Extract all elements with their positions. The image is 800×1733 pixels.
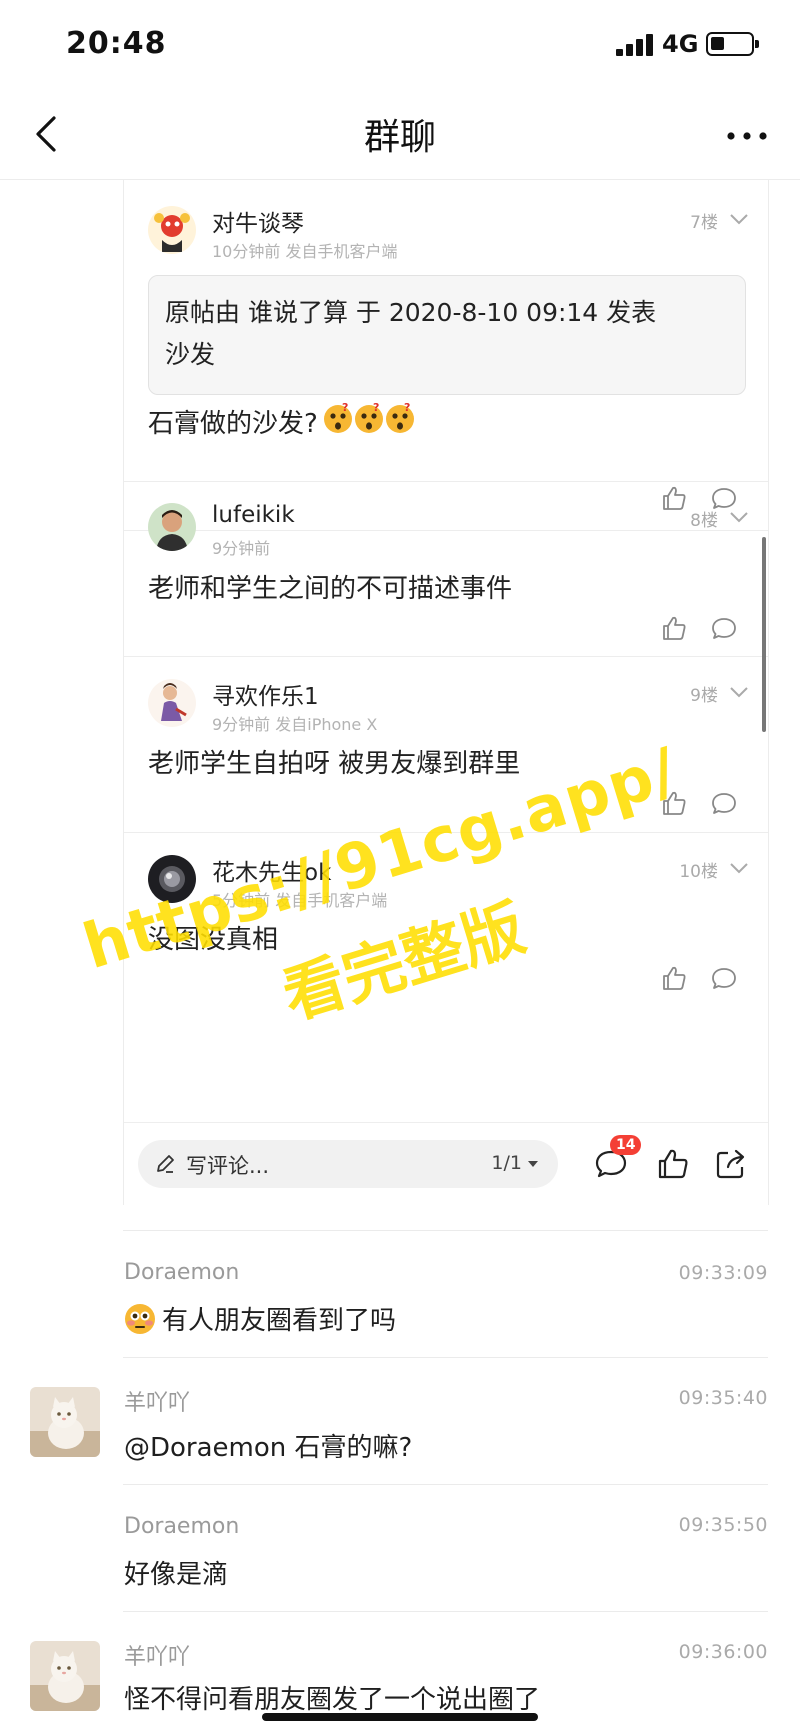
- svg-text:?: ?: [373, 402, 379, 414]
- thumbs-up-icon[interactable]: [656, 1147, 690, 1181]
- message-text: 有人朋友圈看到了吗: [124, 1300, 396, 1342]
- avatar[interactable]: [30, 1387, 100, 1457]
- comment-placeholder: 写评论...: [186, 1154, 270, 1178]
- chat-message: Doraemon 09:35:50 好像是滴: [0, 1484, 800, 1611]
- status-time: 20:48: [66, 26, 167, 61]
- chevron-down-icon[interactable]: [728, 861, 750, 875]
- avatar[interactable]: [148, 206, 196, 254]
- more-dots-icon: [727, 132, 767, 140]
- post-meta: 9分钟前: [212, 539, 271, 558]
- thumbs-up-icon[interactable]: [660, 964, 688, 992]
- svg-text:?: ?: [404, 402, 410, 414]
- battery-icon: [706, 32, 759, 56]
- chevron-down-icon[interactable]: [728, 212, 750, 226]
- post-floor-9: 寻欢作乐1 9分钟前 发自iPhone X 9楼 老师学生自拍呀 被男友爆到群里: [124, 657, 768, 833]
- avatar[interactable]: [148, 855, 196, 903]
- pen-icon: [157, 1155, 174, 1173]
- floor-label: 8楼: [690, 511, 718, 531]
- message-time: 09:33:09: [678, 1262, 768, 1284]
- thumbs-up-icon[interactable]: [660, 789, 688, 817]
- thumbs-up-icon[interactable]: [660, 614, 688, 642]
- divider: [123, 1484, 768, 1485]
- signal-icon: [616, 34, 656, 56]
- chat-message: 羊吖吖 09:35:40 @Doraemon 石膏的嘛?: [0, 1357, 800, 1484]
- chevron-down-icon[interactable]: [728, 685, 750, 699]
- message-text-content: 有人朋友圈看到了吗: [162, 1306, 397, 1336]
- message-time: 09:35:40: [678, 1387, 768, 1409]
- post-author[interactable]: 对牛谈琴: [212, 204, 304, 238]
- post-meta: 9分钟前 发自iPhone X: [212, 715, 378, 734]
- shared-thread-card[interactable]: 对牛谈琴 10分钟前 发自手机客户端 7楼 原帖由 谁说了算 于 2020-8-…: [123, 180, 769, 1205]
- quote-text: 原帖由 谁说了算 于 2020-8-10 09:14 发表: [165, 298, 657, 327]
- more-button[interactable]: [722, 110, 772, 158]
- quote-box: 原帖由 谁说了算 于 2020-8-10 09:14 发表 沙发: [148, 275, 746, 395]
- comment-bubble-icon[interactable]: [710, 614, 738, 642]
- scrollbar[interactable]: [762, 537, 766, 732]
- message-text: 怪不得问看朋友圈发了一个说出圈了: [124, 1685, 541, 1715]
- post-author[interactable]: 寻欢作乐1: [212, 677, 319, 711]
- avatar[interactable]: [148, 679, 196, 727]
- divider: [123, 1611, 768, 1612]
- post-body: 老师和学生之间的不可描述事件: [148, 574, 513, 604]
- share-icon[interactable]: [714, 1147, 748, 1181]
- message-sender[interactable]: 羊吖吖: [124, 1385, 190, 1417]
- floor-label: 9楼: [690, 686, 718, 706]
- message-text: @Doraemon 石膏的嘛?: [124, 1433, 413, 1463]
- message-time: 09:35:50: [678, 1514, 768, 1536]
- post-floor-8: lufeikik 9分钟前 8楼 老师和学生之间的不可描述事件: [124, 481, 768, 657]
- post-body: 老师学生自拍呀 被男友爆到群里: [148, 749, 521, 779]
- comment-input[interactable]: 写评论... 1/1: [138, 1140, 558, 1188]
- message-text: 好像是滴: [124, 1560, 229, 1590]
- comment-count-badge: 14: [610, 1135, 642, 1155]
- page-indicator[interactable]: 1/1: [491, 1152, 522, 1174]
- surprised-face-emoji-icon: ???: [322, 401, 418, 443]
- comment-bubble-icon[interactable]: [710, 964, 738, 992]
- divider: [123, 1357, 768, 1358]
- home-indicator[interactable]: [262, 1713, 538, 1721]
- floor-label: 7楼: [690, 213, 718, 233]
- post-body: 没图没真相: [148, 925, 279, 955]
- network-label: 4G: [662, 30, 699, 58]
- quote-text-line2: 沙发: [165, 340, 216, 369]
- status-bar: 20:48 4G: [0, 0, 800, 88]
- post-body-text: 石膏做的沙发?: [148, 409, 318, 439]
- flushed-face-emoji-icon: [124, 1303, 156, 1342]
- message-sender[interactable]: 羊吖吖: [124, 1639, 190, 1671]
- chat-message: Doraemon 09:33:09 有人朋友圈看到了吗: [0, 1230, 800, 1355]
- avatar[interactable]: [30, 1641, 100, 1711]
- nav-bar: 群聊: [0, 88, 800, 180]
- floor-label: 10楼: [679, 862, 718, 882]
- post-meta: 5分钟前 发自手机客户端: [212, 891, 388, 910]
- post-author[interactable]: lufeikik: [212, 502, 295, 528]
- post-meta: 10分钟前 发自手机客户端: [212, 242, 398, 261]
- post-floor-7: 对牛谈琴 10分钟前 发自手机客户端 7楼 原帖由 谁说了算 于 2020-8-…: [124, 180, 768, 531]
- comment-bubble-icon[interactable]: [710, 789, 738, 817]
- message-time: 09:36:00: [678, 1641, 768, 1663]
- page-title: 群聊: [363, 117, 436, 158]
- caret-down-icon[interactable]: [528, 1161, 538, 1167]
- message-sender[interactable]: Doraemon: [124, 1514, 239, 1539]
- post-author[interactable]: 花木先生ok: [212, 853, 331, 887]
- comment-toolbar: 写评论... 1/1 14: [124, 1122, 768, 1205]
- svg-text:?: ?: [342, 402, 348, 414]
- post-body: 石膏做的沙发????: [148, 401, 418, 443]
- message-sender[interactable]: Doraemon: [124, 1260, 239, 1285]
- divider: [123, 1230, 768, 1231]
- post-floor-10: 花木先生ok 5分钟前 发自手机客户端 10楼 没图没真相: [124, 833, 768, 1122]
- chevron-down-icon[interactable]: [728, 510, 750, 524]
- avatar[interactable]: [148, 503, 196, 551]
